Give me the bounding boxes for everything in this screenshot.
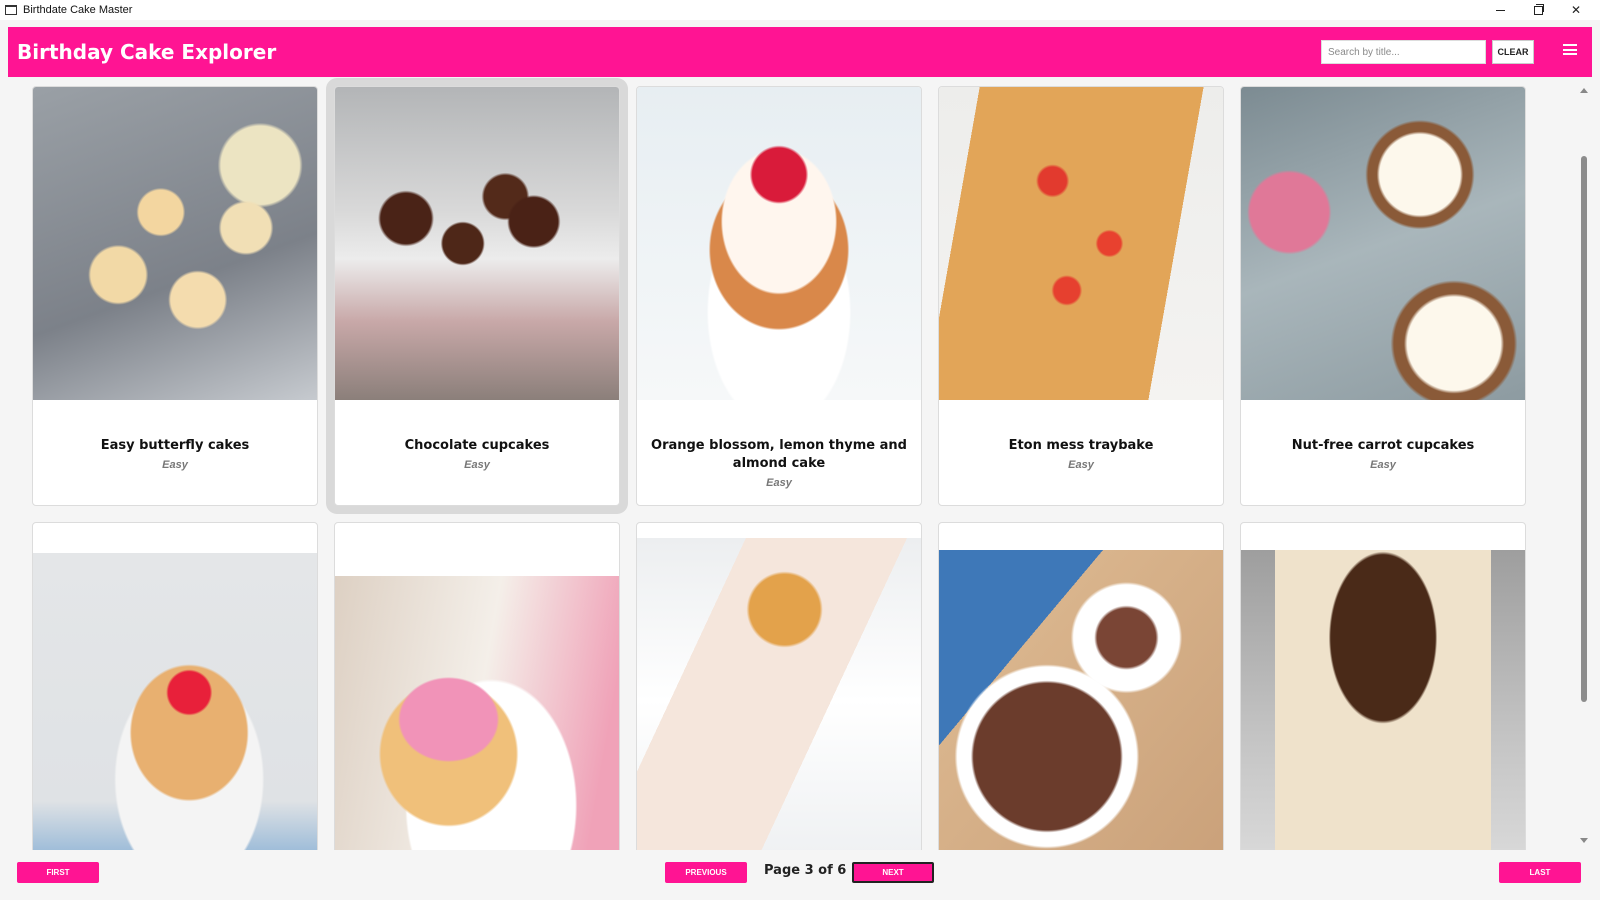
close-button[interactable]: ✕ <box>1556 0 1596 20</box>
cake-difficulty: Easy <box>766 477 792 489</box>
page-title: Birthday Cake Explorer <box>17 40 277 64</box>
minimize-icon <box>1495 9 1505 11</box>
cake-image <box>335 87 619 400</box>
cake-title: Easy butterfly cakes <box>100 438 250 453</box>
cake-title: Chocolate cupcakes <box>404 438 550 453</box>
cake-card[interactable]: Easy butterfly cakes Easy <box>32 86 318 506</box>
cake-grid-area: Easy butterfly cakes Easy Chocolate cupc… <box>0 78 1580 850</box>
cake-image <box>335 576 619 850</box>
maximize-button[interactable] <box>1518 0 1558 20</box>
cake-card[interactable]: Eton mess traybake Easy <box>938 86 1224 506</box>
cake-card[interactable] <box>1240 522 1526 850</box>
first-page-button[interactable]: FIRST <box>17 862 99 883</box>
cake-difficulty: Easy <box>464 459 490 471</box>
last-page-button[interactable]: LAST <box>1499 862 1581 883</box>
vertical-scrollbar[interactable] <box>1578 84 1590 850</box>
cake-card[interactable] <box>636 522 922 850</box>
cake-card[interactable] <box>32 522 318 850</box>
cake-image <box>637 87 921 400</box>
minimize-button[interactable] <box>1480 0 1520 20</box>
pagination-bar: FIRST PREVIOUS Page 3 of 6 NEXT LAST <box>0 850 1600 900</box>
scrollbar-thumb[interactable] <box>1581 156 1587 702</box>
hamburger-menu-icon[interactable] <box>1563 44 1577 55</box>
close-icon: ✕ <box>1570 3 1582 17</box>
cake-card[interactable] <box>938 522 1224 850</box>
cake-image <box>33 87 317 400</box>
clear-button[interactable]: CLEAR <box>1492 40 1534 64</box>
cake-image <box>33 553 317 850</box>
cake-difficulty: Easy <box>1068 459 1094 471</box>
next-page-button[interactable]: NEXT <box>852 862 934 883</box>
cake-image <box>1241 550 1525 850</box>
cake-image <box>939 550 1223 850</box>
window-title: Birthdate Cake Master <box>23 4 133 16</box>
page-indicator: Page 3 of 6 <box>764 863 847 878</box>
cake-card[interactable]: Chocolate cupcakes Easy <box>334 86 620 506</box>
previous-page-button[interactable]: PREVIOUS <box>665 862 747 883</box>
cake-image <box>1241 87 1525 400</box>
cake-difficulty: Easy <box>162 459 188 471</box>
cake-image <box>939 87 1223 400</box>
cake-card[interactable]: Orange blossom, lemon thyme and almond c… <box>636 86 922 506</box>
cake-title: Nut-free carrot cupcakes <box>1291 438 1475 453</box>
cake-difficulty: Easy <box>1370 459 1396 471</box>
cake-title: Orange blossom, lemon thyme and almond c… <box>651 438 907 471</box>
app-header: Birthday Cake Explorer CLEAR <box>8 27 1592 77</box>
cake-card[interactable]: Nut-free carrot cupcakes Easy <box>1240 86 1526 506</box>
cake-image <box>637 538 921 850</box>
search-input[interactable] <box>1321 40 1486 64</box>
window-titlebar: Birthdate Cake Master ✕ <box>0 0 1600 20</box>
cake-card[interactable] <box>334 522 620 850</box>
restore-icon <box>1533 3 1544 15</box>
scroll-up-arrow-icon[interactable] <box>1580 88 1588 93</box>
cake-title: Eton mess traybake <box>1008 438 1154 453</box>
app-icon <box>5 5 17 15</box>
scroll-down-arrow-icon[interactable] <box>1580 838 1588 843</box>
